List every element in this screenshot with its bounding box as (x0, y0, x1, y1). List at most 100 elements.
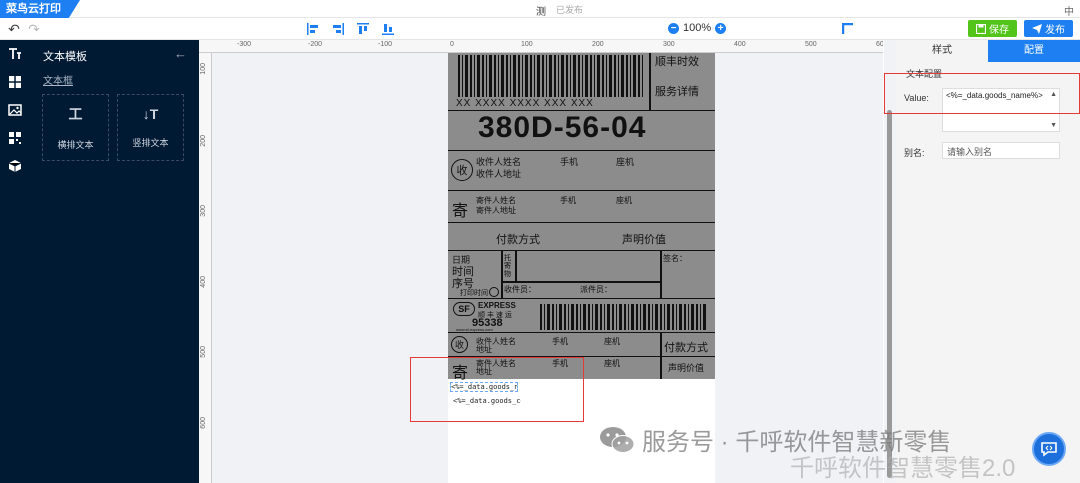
barcode-digits: XX XXXX XXXX XXX XXX (456, 98, 594, 109)
website: www.sf-express.com (456, 327, 493, 332)
align-bottom-icon[interactable] (380, 21, 396, 37)
print-time-label: 打印时间 (460, 290, 488, 297)
zoom-control: − 100% + (668, 22, 727, 34)
declared-value-2: 声明价值 (668, 363, 705, 373)
horizontal-ruler: -300 -200 -100 0 100 200 300 400 500 600 (199, 40, 883, 53)
value-selection-box (884, 73, 1080, 114)
barcode-tool-icon[interactable] (0, 124, 29, 152)
template-panel: 文本模板 ← 文本框 工 横排文本 ↓T 竖排文本 (29, 40, 199, 483)
barcode-image-2[interactable] (540, 304, 708, 330)
ruler-tick: 600 (876, 41, 883, 48)
service-details: 服务详情 (655, 86, 699, 98)
redo-icon[interactable]: ↷ (26, 21, 42, 37)
language-switch[interactable]: 中 (1064, 3, 1074, 18)
payment-method-2: 付款方式 (664, 342, 708, 354)
sender-phone: 座机 (616, 196, 632, 205)
document-title: 测 (536, 7, 546, 18)
save-label: 保存 (989, 25, 1009, 36)
barcode-image[interactable] (458, 55, 643, 97)
table-tool-icon[interactable] (0, 68, 29, 96)
vertical-text-card[interactable]: ↓T 竖排文本 (117, 94, 184, 161)
tool-rail (0, 40, 29, 483)
label-row-route: 380D-56-04 (448, 111, 715, 151)
ruler-tick: 100 (200, 63, 207, 75)
sender-address: 寄件人地址 (476, 206, 516, 215)
save-button[interactable]: 保存 (968, 20, 1017, 37)
back-arrow-icon[interactable]: ← (174, 46, 187, 61)
horizontal-text-label: 横排文本 (57, 140, 94, 150)
alias-input[interactable]: 请输入别名 (942, 142, 1060, 159)
sf-logo: SF (453, 302, 475, 316)
sender-badge: 寄 (452, 203, 469, 220)
tab-style[interactable]: 样式 (896, 40, 988, 62)
sender-mobile: 手机 (560, 196, 576, 205)
vertical-ruler: 100 200 300 400 500 600 (199, 53, 212, 483)
zoom-out-button[interactable]: − (668, 22, 679, 34)
align-top-icon[interactable] (355, 21, 371, 37)
save-icon (976, 23, 986, 34)
label-row-payment: 付款方式 声明价值 (448, 223, 715, 251)
document-status: 已发布 (556, 5, 584, 15)
label-row-receiver: 收 收件人姓名 手机 座机 收件人地址 (448, 151, 715, 191)
caret-down-icon[interactable]: ▼ (1050, 122, 1057, 129)
ruler-tick: 100 (521, 41, 533, 48)
ruler-tick: 400 (734, 41, 746, 48)
receiver-phone: 座机 (616, 157, 635, 167)
ruler-tick: -200 (308, 41, 323, 48)
clock-icon (489, 287, 499, 297)
shipping-label[interactable]: XX XXXX XXXX XXX XXX 顺丰时效 服务详情 380D-56-0… (448, 53, 715, 382)
ruler-tick: 200 (592, 41, 604, 48)
chat-support-icon[interactable] (1032, 432, 1066, 466)
receiver-mobile-2: 手机 (552, 337, 568, 346)
ruler-tick: -300 (237, 41, 252, 48)
signature-label: 签名： (663, 254, 687, 263)
zoom-in-button[interactable]: + (715, 22, 727, 34)
zoom-value: 100% (683, 22, 712, 34)
align-left-icon[interactable] (305, 21, 321, 37)
wechat-icon (600, 426, 635, 453)
label-row-barcode: XX XXXX XXXX XXX XXX 顺丰时效 服务详情 (448, 53, 715, 111)
receiver-badge: 收 (451, 159, 473, 181)
brand-logo[interactable]: 菜鸟云打印 (0, 0, 80, 18)
align-right-icon[interactable] (330, 21, 346, 37)
entrust-char: 物 (504, 271, 511, 278)
horizontal-text-icon: 工 (68, 106, 83, 122)
divider (649, 53, 651, 111)
alias-label: 别名: (904, 148, 925, 158)
declared-value: 声明价值 (622, 234, 666, 246)
receiver-phone-2: 座机 (604, 337, 620, 346)
text-tool-icon[interactable] (0, 40, 29, 68)
send-icon (1032, 23, 1042, 34)
label-row-sender: 寄 寄件人姓名 手机 座机 寄件人地址 (448, 191, 715, 223)
watermark-line-2: 千呼软件智慧零售2.0 (790, 455, 1016, 482)
design-canvas[interactable]: -300 -200 -100 0 100 200 300 400 500 600… (199, 40, 883, 483)
tab-config[interactable]: 配置 (988, 40, 1080, 62)
publish-button[interactable]: 发布 (1024, 20, 1073, 37)
vertical-text-label: 竖排文本 (132, 138, 169, 148)
ruler-tick: 600 (200, 417, 207, 429)
label-row-receiver-2: 收 收件人姓名 地址 手机 座机 付款方式 (448, 333, 715, 379)
receiver-address-2: 地址 (476, 345, 492, 354)
payment-method: 付款方式 (496, 234, 540, 246)
undo-icon[interactable]: ↶ (6, 21, 22, 37)
ruler-tick: 0 (450, 41, 454, 48)
component-tool-icon[interactable] (0, 152, 29, 180)
label-row-meta: 日期 时间 序号 打印时间 托 寄 物 签名： 收件员： 派件员： (448, 251, 715, 299)
ruler-tick: 500 (805, 41, 817, 48)
horizontal-text-card[interactable]: 工 横排文本 (42, 94, 109, 161)
ruler-tick: 400 (200, 276, 207, 288)
image-tool-icon[interactable] (0, 96, 29, 124)
app-header: 菜鸟云打印 测 已发布 中 (0, 0, 1080, 18)
vertical-text-icon: ↓T (142, 106, 159, 122)
panel-subtitle[interactable]: 文本框 (43, 72, 73, 87)
ruler-tick: -100 (378, 41, 393, 48)
receiver-mobile: 手机 (560, 157, 579, 167)
receiver-badge-2: 收 (451, 336, 468, 353)
panel-title: 文本模板 (43, 51, 87, 63)
dispatcher-staff-label: 派件员： (580, 285, 612, 294)
ruler-tick: 500 (200, 346, 207, 358)
selection-box (410, 357, 584, 422)
receiver-address: 收件人地址 (476, 169, 522, 179)
publish-label: 发布 (1045, 25, 1065, 36)
corner-snap-icon[interactable] (840, 21, 856, 37)
